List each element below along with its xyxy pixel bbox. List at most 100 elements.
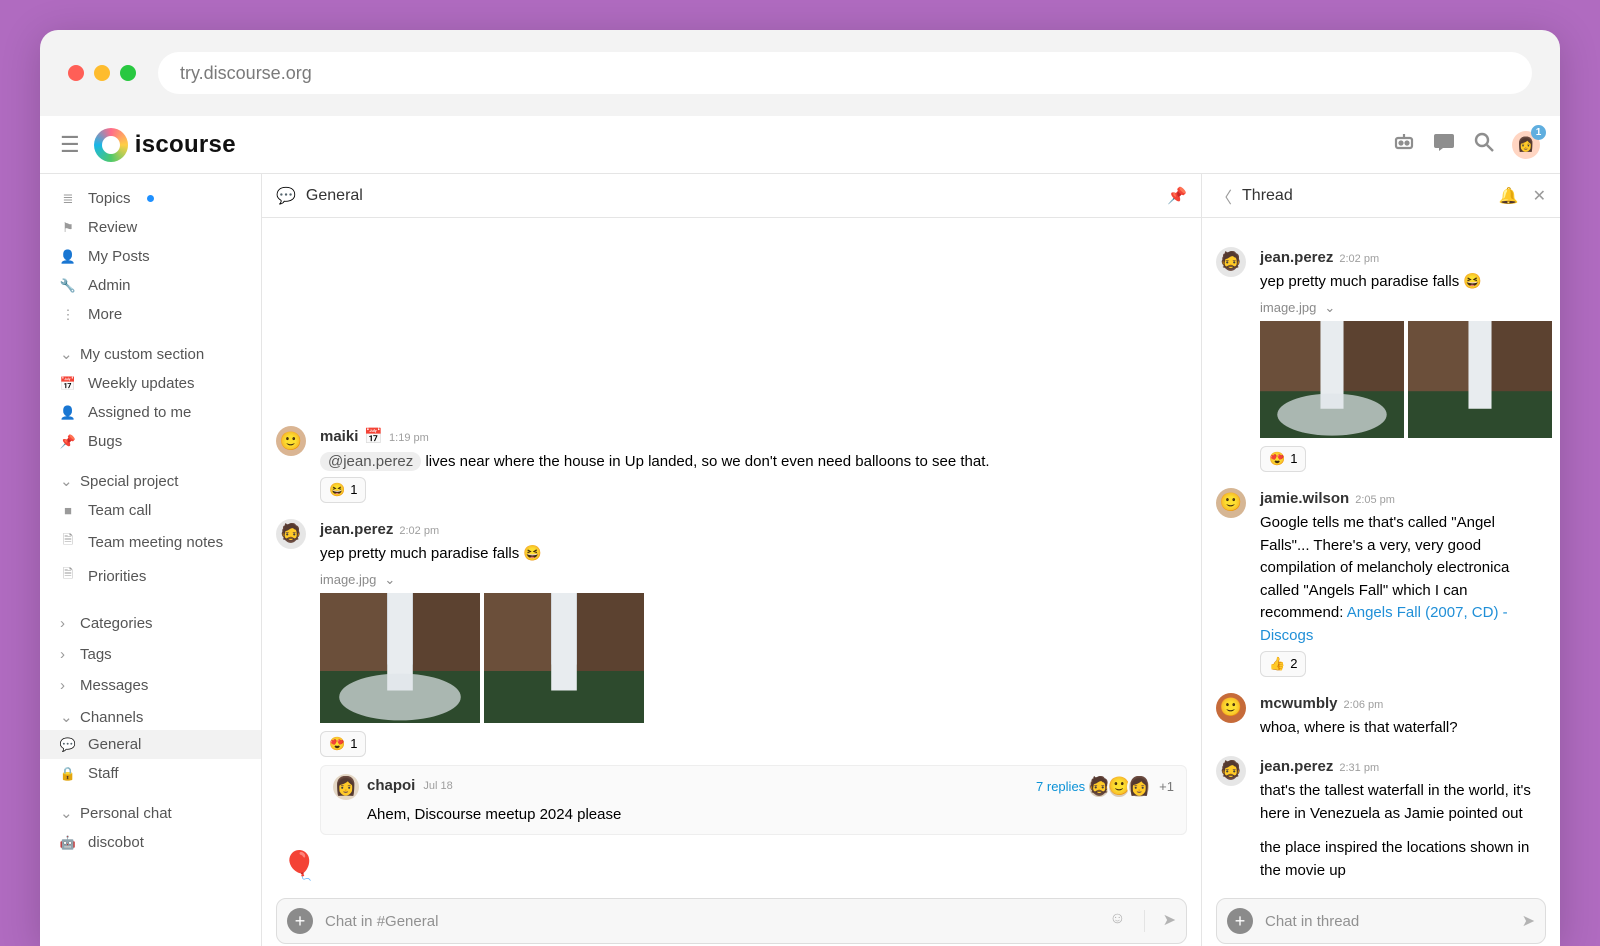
attachment[interactable]: image.jpg⌄: [320, 570, 1187, 590]
-icon: 👤: [60, 249, 76, 265]
reaction[interactable]: 😍 1: [1260, 446, 1306, 472]
close-icon[interactable]: ✕: [1533, 186, 1546, 206]
composer-placeholder: Chat in thread: [1265, 913, 1359, 930]
collapse-icon[interactable]: 📌: [1167, 186, 1187, 206]
maximize-dot[interactable]: [120, 65, 136, 81]
emoji-icon[interactable]: ☺: [1109, 910, 1125, 932]
robot-icon[interactable]: [1392, 130, 1416, 159]
-icon: 📌: [60, 434, 76, 450]
bell-icon[interactable]: 🔔: [1499, 186, 1519, 206]
message-text: yep pretty much paradise falls 😆: [320, 543, 1187, 566]
sidebar-item[interactable]: 📅Weekly updates: [40, 369, 261, 398]
search-icon[interactable]: [1472, 130, 1496, 159]
avatar[interactable]: 🧔: [276, 519, 306, 549]
sidebar-item[interactable]: 🤖discobot: [40, 828, 261, 857]
message-text: whoa, where is that waterfall?: [1260, 717, 1546, 740]
avatar[interactable]: 🙂: [1216, 693, 1246, 723]
-icon: ⋮: [60, 307, 76, 323]
image-thumbnails[interactable]: [320, 593, 1187, 723]
thread-summary-card[interactable]: 👩chapoiJul 187 replies🧔🙂👩+1Ahem, Discour…: [320, 765, 1187, 836]
sidebar-item[interactable]: 👤My Posts: [40, 242, 261, 271]
timestamp: 2:02 pm: [399, 523, 439, 540]
logo[interactable]: iscourse: [94, 128, 236, 162]
image-thumbnails[interactable]: [1260, 321, 1552, 438]
replies-link[interactable]: 7 replies: [1036, 777, 1085, 797]
send-icon[interactable]: ➤: [1163, 910, 1176, 932]
sidebar-item[interactable]: ⋮More: [40, 300, 261, 329]
sidebar-item[interactable]: 🔒Staff: [40, 759, 261, 788]
sidebar-item[interactable]: ■Team call: [40, 496, 261, 525]
timestamp: 2:05 pm: [1355, 492, 1395, 509]
channel-title: General: [306, 187, 363, 205]
sidebar-item[interactable]: 💬General: [40, 730, 261, 759]
avatar[interactable]: 🙂: [276, 426, 306, 456]
sidebar-section[interactable]: ⌄My custom section: [40, 329, 261, 369]
channel-chat-icon: 💬: [276, 186, 296, 206]
message-text: that's the tallest waterfall in the worl…: [1260, 780, 1546, 825]
sidebar-item[interactable]: 🗎Team meeting notes: [40, 525, 261, 559]
username[interactable]: maiki: [320, 426, 358, 449]
address-bar[interactable]: try.discourse.org: [158, 52, 1532, 94]
channel-pane: 💬 General 📌 🙂maiki📅1:19 pm@jean.perez li…: [262, 174, 1202, 946]
composer-placeholder: Chat in #General: [325, 913, 438, 930]
avatar[interactable]: 🧔: [1216, 247, 1246, 277]
username[interactable]: jean.perez: [1260, 247, 1333, 270]
message-text: yep pretty much paradise falls 😆: [1260, 271, 1552, 294]
section-personal-chat[interactable]: ⌄Personal chat: [40, 788, 261, 828]
sidebar-item[interactable]: 🔧Admin: [40, 271, 261, 300]
thread-title: Thread: [1242, 187, 1293, 205]
sidebar-item[interactable]: ›Messages: [40, 667, 261, 698]
calendar-icon: 📅: [364, 426, 383, 449]
attachment[interactable]: image.jpg⌄: [1260, 298, 1552, 318]
send-icon[interactable]: ➤: [1522, 911, 1535, 931]
minimize-dot[interactable]: [94, 65, 110, 81]
message: 🧔jean.perez2:02 pmyep pretty much paradi…: [1216, 239, 1546, 480]
sidebar-item[interactable]: 📌Bugs: [40, 427, 261, 456]
browser-window: try.discourse.org ☰ iscourse 👩 1 ≣Topics…: [40, 30, 1560, 946]
sidebar-item[interactable]: ≣Topics: [40, 184, 261, 213]
avatar[interactable]: 🧔: [1216, 756, 1246, 786]
close-dot[interactable]: [68, 65, 84, 81]
sidebar-item[interactable]: ›Tags: [40, 636, 261, 667]
username[interactable]: jean.perez: [320, 519, 393, 542]
plus-icon[interactable]: +: [287, 908, 313, 934]
sidebar-item[interactable]: ⚑Review: [40, 213, 261, 242]
channel-header: 💬 General 📌: [262, 174, 1201, 218]
sidebar-item[interactable]: ⌄Channels: [40, 698, 261, 730]
timestamp: 2:02 pm: [1339, 251, 1379, 268]
chat-icon[interactable]: [1432, 130, 1456, 159]
sidebar-item[interactable]: ›Categories: [40, 605, 261, 636]
plus-icon[interactable]: +: [1227, 908, 1253, 934]
message: 🙂mcwumbly2:06 pmwhoa, where is that wate…: [1216, 685, 1546, 748]
external-link[interactable]: Angels Fall (2007, CD) - Discogs: [1260, 604, 1508, 644]
hamburger-icon[interactable]: ☰: [60, 132, 80, 158]
-icon: ≣: [60, 191, 76, 207]
notification-count: 1: [1531, 125, 1546, 140]
username[interactable]: jamie.wilson: [1260, 488, 1349, 511]
channel-composer[interactable]: + Chat in #General ☺ ➤: [276, 898, 1187, 944]
username[interactable]: jean.perez: [1260, 756, 1333, 779]
thread-composer[interactable]: + Chat in thread ➤: [1216, 898, 1546, 944]
thread-pane: 〈 Thread 🔔 ✕ 🧔 jean.perez 2:02 pm yep prett…: [1202, 174, 1560, 946]
-icon: 👤: [60, 405, 76, 421]
sidebar-item[interactable]: 👤Assigned to me: [40, 398, 261, 427]
thread-feed: 🧔 jean.perez 2:02 pm yep pretty much paradi…: [1202, 218, 1560, 898]
reaction[interactable]: 😆 1: [320, 477, 366, 503]
reaction[interactable]: 👍 2: [1260, 651, 1306, 677]
logo-icon: [94, 128, 128, 162]
back-icon[interactable]: 〈: [1216, 184, 1232, 208]
user-avatar[interactable]: 👩 1: [1512, 131, 1540, 159]
app: ☰ iscourse 👩 1 ≣Topics⚑Review👤My Posts🔧A…: [40, 116, 1560, 946]
mention[interactable]: @jean.perez: [320, 452, 421, 471]
sidebar-section[interactable]: ⌄Special project: [40, 456, 261, 496]
reaction[interactable]: 😍 1: [320, 731, 366, 757]
-icon: 🔧: [60, 278, 76, 294]
app-body: ≣Topics⚑Review👤My Posts🔧Admin⋮More ⌄My c…: [40, 174, 1560, 946]
-icon: ⚑: [60, 220, 76, 236]
-icon: 🤖: [60, 835, 76, 851]
channel-feed: 🙂maiki📅1:19 pm@jean.perez lives near whe…: [262, 218, 1201, 898]
avatar[interactable]: 🙂: [1216, 488, 1246, 518]
app-header: ☰ iscourse 👩 1: [40, 116, 1560, 174]
username[interactable]: mcwumbly: [1260, 693, 1338, 716]
sidebar-item[interactable]: 🗎Priorities: [40, 559, 261, 593]
